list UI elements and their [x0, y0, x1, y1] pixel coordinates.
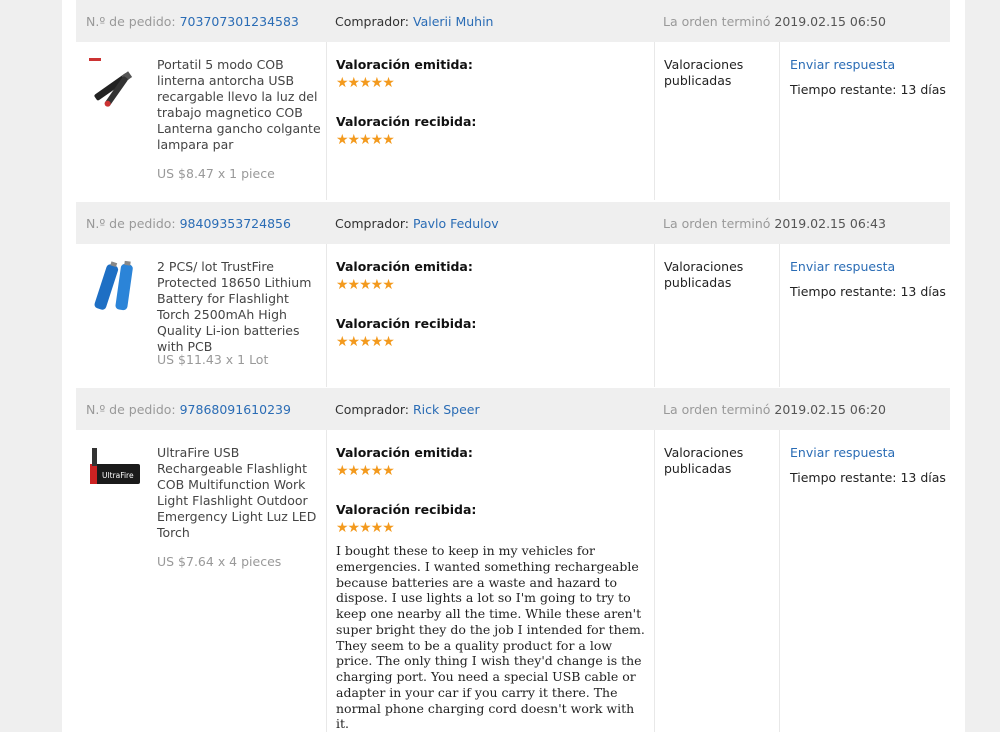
product-cell: Portatil 5 modo COB linterna antorcha US… — [76, 42, 326, 200]
order-number-link[interactable]: 97868091610239 — [180, 402, 291, 417]
flashlight-icon[interactable] — [86, 56, 142, 112]
rating-cell: Valoración emitida: ★★★★★ Valoración rec… — [326, 42, 655, 200]
published-status: Valoraciones publicadas — [664, 445, 744, 476]
order-number-link[interactable]: 98409353724856 — [180, 216, 291, 231]
reply-button[interactable]: Enviar respuesta — [790, 259, 895, 274]
order-ended: La orden terminó 2019.02.15 06:43 — [663, 215, 886, 231]
order-number: N.º de pedido: 703707301234583 — [86, 13, 299, 29]
order-body: Portatil 5 modo COB linterna antorcha US… — [76, 42, 950, 200]
product-price: US $11.43 x 1 Lot — [157, 352, 269, 367]
status-cell: Valoraciones publicadas — [654, 430, 780, 732]
published-status: Valoraciones publicadas — [664, 259, 744, 290]
order-number: N.º de pedido: 98409353724856 — [86, 215, 291, 231]
buyer: Comprador: Valerii Muhin — [335, 13, 494, 29]
feedback-page: N.º de pedido: 703707301234583 Comprador… — [62, 0, 965, 732]
product-title-link[interactable]: UltraFire USB Rechargeable Flashlight CO… — [157, 445, 321, 541]
buyer-link[interactable]: Rick Speer — [413, 402, 480, 417]
published-status: Valoraciones publicadas — [664, 57, 744, 88]
time-remaining: Tiempo restante: 13 días — [790, 470, 946, 485]
rating-emitted-stars: ★★★★★ — [336, 75, 395, 91]
worklight-icon[interactable]: UltraFire — [86, 444, 142, 500]
order-number-link[interactable]: 703707301234583 — [180, 14, 299, 29]
product-title-link[interactable]: 2 PCS/ lot TrustFire Protected 18650 Lit… — [157, 259, 321, 355]
order-body: 2 PCS/ lot TrustFire Protected 18650 Lit… — [76, 244, 950, 387]
rating-received-label: Valoración recibida: — [336, 502, 477, 517]
buyer: Comprador: Rick Speer — [335, 401, 480, 417]
product-price: US $8.47 x 1 piece — [157, 166, 275, 181]
buyer-link[interactable]: Valerii Muhin — [413, 14, 494, 29]
product-title-link[interactable]: Portatil 5 modo COB linterna antorcha US… — [157, 57, 321, 153]
battery-icon[interactable] — [86, 258, 142, 314]
rating-cell: Valoración emitida: ★★★★★ Valoración rec… — [326, 244, 655, 387]
order-card: N.º de pedido: 98409353724856 Comprador:… — [76, 202, 950, 387]
order-card: N.º de pedido: 97868091610239 Comprador:… — [76, 388, 950, 732]
time-remaining: Tiempo restante: 13 días — [790, 82, 946, 97]
status-cell: Valoraciones publicadas — [654, 42, 780, 200]
rating-emitted-label: Valoración emitida: — [336, 445, 473, 460]
time-remaining: Tiempo restante: 13 días — [790, 284, 946, 299]
buyer-link[interactable]: Pavlo Fedulov — [413, 216, 499, 231]
order-header: N.º de pedido: 97868091610239 Comprador:… — [76, 388, 950, 430]
rating-emitted-stars: ★★★★★ — [336, 463, 395, 479]
rating-received-label: Valoración recibida: — [336, 114, 477, 129]
order-header: N.º de pedido: 98409353724856 Comprador:… — [76, 202, 950, 244]
rating-received-stars: ★★★★★ — [336, 520, 395, 536]
product-cell: 2 PCS/ lot TrustFire Protected 18650 Lit… — [76, 244, 326, 387]
product-cell: UltraFire UltraFire USB Rechargeable Fla… — [76, 430, 326, 732]
order-ended: La orden terminó 2019.02.15 06:20 — [663, 401, 886, 417]
status-cell: Valoraciones publicadas — [654, 244, 780, 387]
reply-button[interactable]: Enviar respuesta — [790, 445, 895, 460]
review-text: I bought these to keep in my vehicles fo… — [336, 543, 645, 732]
order-body: UltraFire UltraFire USB Rechargeable Fla… — [76, 430, 950, 732]
rating-emitted-label: Valoración emitida: — [336, 259, 473, 274]
rating-received-stars: ★★★★★ — [336, 132, 395, 148]
order-card: N.º de pedido: 703707301234583 Comprador… — [76, 0, 950, 200]
buyer: Comprador: Pavlo Fedulov — [335, 215, 499, 231]
actions-cell: Enviar respuesta Tiempo restante: 13 día… — [779, 430, 951, 732]
rating-received-stars: ★★★★★ — [336, 334, 395, 350]
order-ended: La orden terminó 2019.02.15 06:50 — [663, 13, 886, 29]
brand-label: UltraFire — [102, 471, 134, 480]
actions-cell: Enviar respuesta Tiempo restante: 13 día… — [779, 42, 951, 200]
order-header: N.º de pedido: 703707301234583 Comprador… — [76, 0, 950, 42]
rating-received-label: Valoración recibida: — [336, 316, 477, 331]
product-price: US $7.64 x 4 pieces — [157, 554, 282, 569]
rating-cell: Valoración emitida: ★★★★★ Valoración rec… — [326, 430, 655, 732]
rating-emitted-label: Valoración emitida: — [336, 57, 473, 72]
actions-cell: Enviar respuesta Tiempo restante: 13 día… — [779, 244, 951, 387]
reply-button[interactable]: Enviar respuesta — [790, 57, 895, 72]
rating-emitted-stars: ★★★★★ — [336, 277, 395, 293]
order-number: N.º de pedido: 97868091610239 — [86, 401, 291, 417]
